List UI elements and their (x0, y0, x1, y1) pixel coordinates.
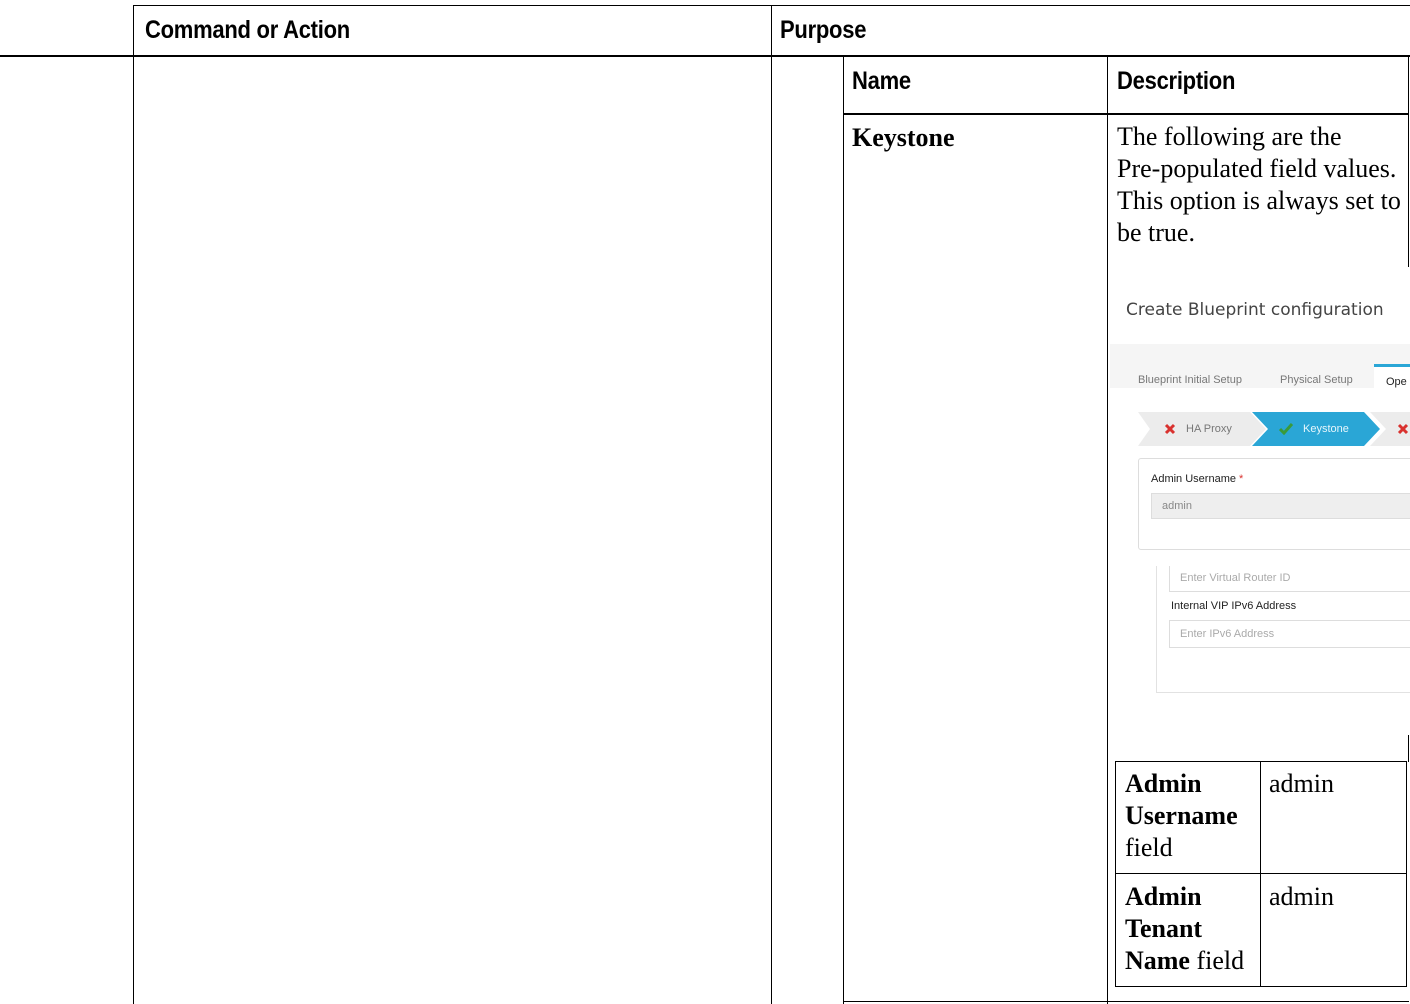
admin-tenant-name-field-name: Admin Tenant Name field (1125, 882, 1245, 975)
values-table-divider (1260, 761, 1261, 987)
values-table-top (1115, 761, 1407, 762)
description-line: Pre-populated field values. (1117, 154, 1397, 183)
blueprint-config-screenshot: Create Blueprint configuration Blueprint… (1110, 270, 1410, 736)
step-arrows (1138, 412, 1410, 446)
vip-form-panel: Enter Virtual Router ID Internal VIP IPv… (1156, 566, 1410, 693)
inner-table-right-border (1408, 57, 1409, 267)
values-table-left (1115, 761, 1116, 987)
admin-username-field-value: admin (1269, 769, 1334, 798)
inner-table-bottom-border (843, 1001, 1409, 1002)
outer-col-divider-left (133, 5, 134, 1004)
row-name-keystone: Keystone (852, 123, 955, 152)
admin-username-label: Admin Username * (1151, 473, 1244, 485)
header-purpose: Purpose (780, 16, 867, 44)
keystone-description: The following are the Pre-populated fiel… (1117, 121, 1407, 249)
tab-blueprint-initial-setup[interactable]: Blueprint Initial Setup (1138, 374, 1242, 386)
internal-vip-ipv6-label: Internal VIP IPv6 Address (1171, 600, 1297, 612)
step-keystone[interactable]: Keystone (1303, 423, 1349, 435)
admin-username-field-name: Admin Username field (1125, 769, 1238, 862)
inner-table-left-border (843, 57, 844, 1004)
values-table-bottom (1115, 986, 1407, 987)
ipv6-address-input[interactable]: Enter IPv6 Address (1169, 620, 1410, 648)
error-x-icon (1397, 423, 1409, 435)
error-x-icon (1164, 423, 1176, 435)
tab-openstack-setup[interactable]: Ope (1374, 364, 1410, 393)
blueprint-tab-bar: Blueprint Initial Setup Physical Setup O… (1110, 344, 1410, 393)
keystone-form-panel: Admin Username * admin (1138, 458, 1410, 550)
header-command-or-action: Command or Action (145, 16, 350, 44)
virtual-router-id-input[interactable]: Enter Virtual Router ID (1169, 566, 1410, 592)
outer-header-bottom-border (0, 55, 1410, 57)
inner-table-right-border-lower (1408, 735, 1409, 762)
step-ha-proxy[interactable]: HA Proxy (1186, 423, 1232, 435)
step-navigation: HA Proxy Keystone (1138, 412, 1410, 446)
description-line: The following are the (1117, 122, 1342, 151)
inner-header-bottom-border (843, 113, 1409, 115)
description-line: This option is always set to (1117, 186, 1401, 215)
admin-username-input[interactable]: admin (1151, 493, 1410, 519)
values-table-mid (1115, 873, 1407, 874)
inner-col-divider (1107, 57, 1108, 1004)
tab-physical-setup[interactable]: Physical Setup (1280, 374, 1353, 386)
outer-col-divider-middle (771, 5, 772, 1004)
check-icon (1279, 423, 1293, 435)
header-description: Description (1117, 67, 1236, 95)
header-name: Name (852, 67, 911, 95)
values-table-right (1406, 761, 1407, 987)
admin-tenant-name-field-value: admin (1269, 882, 1334, 911)
description-line: be true. (1117, 218, 1195, 247)
screenshot-title: Create Blueprint configuration (1126, 300, 1384, 320)
